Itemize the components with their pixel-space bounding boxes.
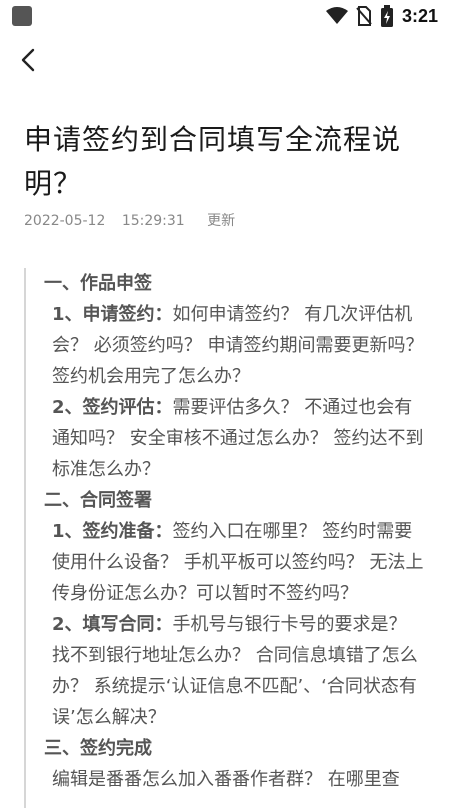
item-label: 1、申请签约： [52, 304, 173, 325]
status-time: 3:21 [401, 5, 438, 26]
wifi-icon [325, 7, 348, 24]
section-heading: 一、作品申签 [44, 273, 152, 294]
no-sim-icon [356, 6, 372, 26]
status-bar: 3:21 [0, 0, 450, 32]
list-item: 2、填写合同：手机号与银行卡号的要求是？ 找不到银行地址怎么办？ 合同信息填错了… [44, 609, 426, 733]
item-label: 1、签约准备： [52, 521, 173, 542]
paragraph: 编辑是番番怎么加入番番作者群？ 在哪里查 [52, 769, 400, 790]
list-item: 1、申请签约：如何申请签约？ 有几次评估机会？ 必须签约吗？ 申请签约期间需要更… [44, 299, 426, 392]
battery-charging-icon [380, 5, 393, 27]
publish-date: 2022-05-12 [24, 213, 106, 229]
back-button[interactable] [20, 46, 56, 74]
article-body: 一、作品申签 1、申请签约：如何申请签约？ 有几次评估机会？ 必须签约吗？ 申请… [24, 268, 426, 808]
status-icons: 3:21 [325, 4, 438, 28]
item-label: 2、填写合同： [52, 614, 173, 635]
article-meta: 2022-05-12 15:29:31 更新 [24, 210, 247, 230]
updated-label: 更新 [207, 213, 236, 229]
publish-time: 15:29:31 [121, 213, 185, 229]
page-title: 申请签约到合同填写全流程说明？ [24, 123, 402, 200]
list-item: 1、签约准备：签约入口在哪里？ 签约时需要使用什么设备？ 手机平板可以签约吗？ … [44, 516, 426, 609]
section-heading: 二、合同签署 [44, 490, 152, 511]
app-icon [12, 6, 32, 26]
item-label: 2、签约评估： [52, 397, 173, 418]
chevron-left-icon [21, 48, 35, 72]
list-item: 2、签约评估：需要评估多久？ 不通过也会有通知吗？ 安全审核不通过怎么办？ 签约… [44, 392, 426, 485]
section-heading: 三、签约完成 [44, 738, 152, 759]
